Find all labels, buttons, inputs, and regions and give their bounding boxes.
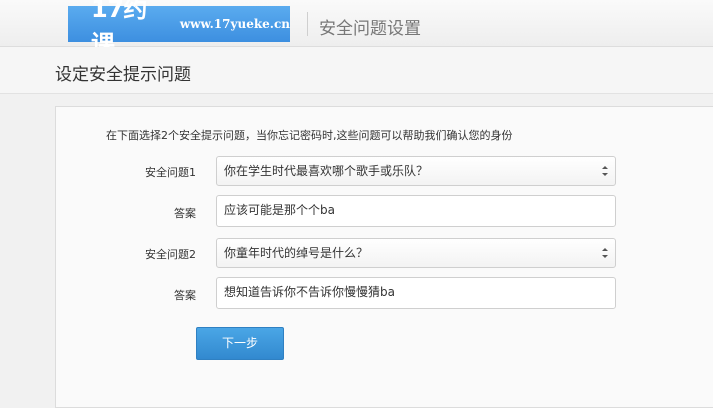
answer1-input[interactable]: 应该可能是那个个ba xyxy=(216,195,616,227)
question2-select[interactable]: 你童年时代的绰号是什么？ xyxy=(216,238,616,268)
logo-url: www.17yueke.cn xyxy=(179,17,290,31)
header-divider xyxy=(307,12,308,36)
page-title: 设定安全提示问题 xyxy=(55,65,191,85)
question2-selected-value: 你童年时代的绰号是什么？ xyxy=(224,246,369,260)
select-arrows-icon xyxy=(602,166,608,176)
answer1-label: 答案 xyxy=(174,207,196,220)
top-header: 17约课 www.17yueke.cn 安全问题设置 xyxy=(0,0,713,58)
page-title-bar: 设定安全提示问题 xyxy=(0,47,713,94)
answer1-value: 应该可能是那个个ba xyxy=(224,203,335,217)
answer2-value: 想知道告诉你不告诉你慢慢猜ba xyxy=(224,285,395,299)
question1-label: 安全问题1 xyxy=(145,166,196,179)
question1-select[interactable]: 你在学生时代最喜欢哪个歌手或乐队？ xyxy=(216,156,616,186)
header-section-title: 安全问题设置 xyxy=(319,19,421,39)
answer2-label: 答案 xyxy=(174,289,196,302)
answer2-input[interactable]: 想知道告诉你不告诉你慢慢猜ba xyxy=(216,277,616,309)
next-step-button[interactable]: 下一步 xyxy=(196,327,284,360)
question1-selected-value: 你在学生时代最喜欢哪个歌手或乐队？ xyxy=(224,164,429,178)
logo[interactable]: 17约课 www.17yueke.cn xyxy=(68,0,290,58)
form-instruction: 在下面选择2个安全提示问题，当你忘记密码时,这些问题可以帮助我们确认您的身份 xyxy=(106,129,513,142)
select-arrows-icon xyxy=(602,248,608,258)
question2-label: 安全问题2 xyxy=(145,248,196,261)
security-question-form: 在下面选择2个安全提示问题，当你忘记密码时,这些问题可以帮助我们确认您的身份 安… xyxy=(55,106,713,408)
